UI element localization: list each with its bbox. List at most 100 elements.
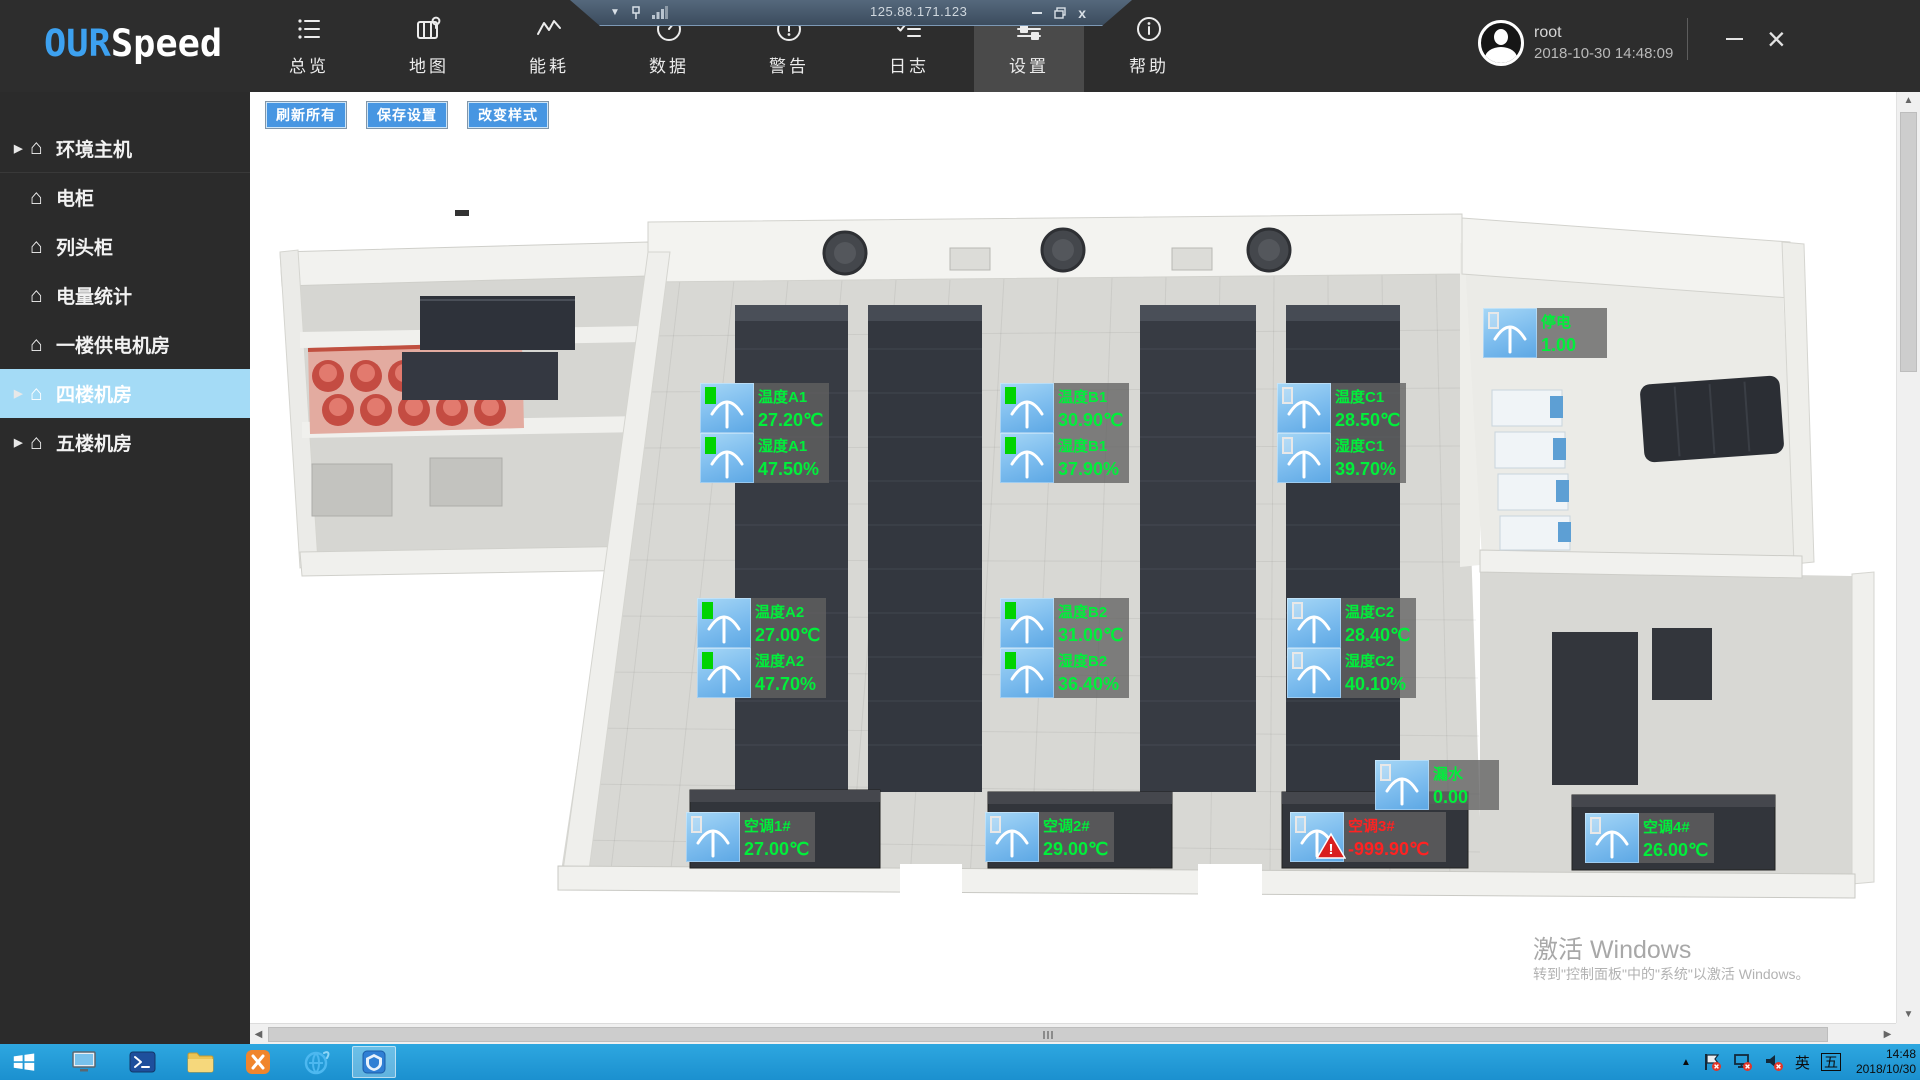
user-name: root bbox=[1534, 24, 1673, 42]
ac-gauge-icon bbox=[985, 812, 1039, 862]
transformer-room bbox=[280, 242, 648, 576]
tab-map[interactable]: 地图 bbox=[374, 0, 484, 92]
home-icon: ⌂ bbox=[30, 431, 56, 455]
logo-part-white: Speed bbox=[111, 22, 222, 65]
sensor-widget-b2[interactable]: 温度B2 31.00℃ 湿度B2 36.40% bbox=[1000, 598, 1129, 698]
system-tray: ▲ 英 五 14:48 2018/10/30 bbox=[1681, 1044, 1916, 1080]
tray-expand-icon[interactable]: ▲ bbox=[1681, 1057, 1691, 1068]
start-button[interactable] bbox=[0, 1044, 48, 1080]
clock-time: 14:48 bbox=[1856, 1047, 1916, 1062]
sidebar-item-floor4-server-room[interactable]: ▶ ⌂ 四楼机房 bbox=[0, 369, 250, 418]
horizontal-scroll-thumb[interactable] bbox=[268, 1027, 1828, 1042]
temperature-gauge-icon bbox=[1000, 598, 1054, 648]
scroll-right-arrow[interactable]: ▶ bbox=[1879, 1024, 1896, 1044]
sensor-widget-a1[interactable]: 温度A1 27.20℃ 湿度A1 47.50% bbox=[700, 383, 829, 483]
floor-plan-3d bbox=[250, 92, 1896, 1023]
sensor-widget-ac2[interactable]: 空调2# 29.00℃ bbox=[985, 812, 1114, 862]
expand-arrow-icon: ▶ bbox=[14, 436, 30, 449]
humidity-gauge-icon bbox=[697, 648, 751, 698]
rdp-close-icon[interactable]: x bbox=[1078, 5, 1086, 21]
rdp-connection-bar: ▼ 125.88.171.123 x bbox=[570, 0, 1132, 26]
ime-indicator[interactable]: 五 bbox=[1821, 1053, 1841, 1071]
sensor-widget-c1[interactable]: 温度C1 28.50℃ 湿度C1 39.70% bbox=[1277, 383, 1406, 483]
sensor-widget-b1[interactable]: 温度B1 30.90℃ 湿度B1 37.90% bbox=[1000, 383, 1129, 483]
volume-muted-icon[interactable] bbox=[1764, 1052, 1784, 1072]
storage-cabinet bbox=[1552, 632, 1638, 785]
vertical-scroll-thumb[interactable] bbox=[1900, 112, 1917, 372]
sidebar-item-floor5-server-room[interactable]: ▶ ⌂ 五楼机房 bbox=[0, 418, 250, 467]
office-room bbox=[1462, 218, 1814, 578]
sensor-widget-power-outage[interactable]: 停电 1.00 bbox=[1483, 308, 1607, 358]
taskbar-clock[interactable]: 14:48 2018/10/30 bbox=[1856, 1047, 1916, 1077]
sensor-widget-water-leak[interactable]: 漏水 0.00 bbox=[1375, 760, 1499, 810]
sensor-widget-a2[interactable]: 温度A2 27.00℃ 湿度A2 47.70% bbox=[697, 598, 826, 698]
chevron-down-icon[interactable]: ▼ bbox=[610, 7, 620, 18]
warning-triangle-icon: ! bbox=[1316, 832, 1346, 860]
humidity-gauge-icon bbox=[1000, 433, 1054, 483]
action-center-flag-icon[interactable] bbox=[1702, 1052, 1722, 1072]
sidebar-item-power-cabinet[interactable]: ⌂ 电柜 bbox=[0, 173, 250, 222]
temperature-gauge-icon bbox=[1287, 598, 1341, 648]
home-icon: ⌂ bbox=[30, 382, 56, 406]
vertical-scrollbar[interactable]: ▲ ▼ bbox=[1896, 92, 1920, 1023]
language-indicator[interactable]: 英 bbox=[1795, 1052, 1810, 1073]
clock-date: 2018/10/30 bbox=[1856, 1062, 1916, 1077]
windows-activation-subtitle: 转到"控制面板"中的"系统"以激活 Windows。 bbox=[1533, 964, 1810, 984]
sidebar-item-row-head-cabinet[interactable]: ⌂ 列头柜 bbox=[0, 222, 250, 271]
powershell-icon bbox=[129, 1050, 156, 1074]
sidebar-item-energy-stats[interactable]: ⌂ 电量统计 bbox=[0, 271, 250, 320]
temperature-gauge-icon bbox=[1277, 383, 1331, 433]
windows-logo-icon bbox=[11, 1049, 37, 1075]
temperature-gauge-icon bbox=[1000, 383, 1054, 433]
home-icon: ⌂ bbox=[30, 235, 56, 259]
humidity-gauge-icon bbox=[1277, 433, 1331, 483]
scroll-down-arrow[interactable]: ▼ bbox=[1897, 1006, 1920, 1023]
horizontal-scrollbar[interactable]: ◀ ▶ bbox=[250, 1023, 1896, 1044]
rdp-minimize-icon[interactable] bbox=[1032, 12, 1042, 14]
app-logo: OURSpeed bbox=[44, 22, 222, 65]
map-icon bbox=[415, 15, 443, 43]
sensor-widget-ac1[interactable]: 空调1# 27.00℃ bbox=[686, 812, 815, 862]
expand-arrow-icon: ▶ bbox=[14, 387, 30, 400]
minimize-button[interactable] bbox=[1726, 38, 1743, 40]
close-button[interactable]: × bbox=[1767, 24, 1786, 54]
file-explorer-button[interactable] bbox=[62, 1046, 106, 1078]
tab-overview[interactable]: 总览 bbox=[254, 0, 364, 92]
windows-activation-title: 激活 Windows bbox=[1533, 930, 1691, 966]
home-icon: ⌂ bbox=[30, 136, 56, 160]
sidebar-item-env-host[interactable]: ▶ ⌂ 环境主机 bbox=[0, 124, 250, 173]
folder-button[interactable] bbox=[178, 1046, 222, 1078]
divider bbox=[1687, 18, 1688, 60]
network-status-icon[interactable] bbox=[1733, 1052, 1753, 1072]
home-icon: ⌂ bbox=[30, 284, 56, 308]
overview-list-icon bbox=[295, 15, 323, 43]
expand-arrow-icon: ▶ bbox=[14, 142, 30, 155]
xampp-button[interactable] bbox=[236, 1046, 280, 1078]
logo-part-blue: OUR bbox=[44, 22, 111, 65]
scrollbar-corner bbox=[1896, 1023, 1920, 1044]
sidebar-nav: ▶ ⌂ 环境主机 ⌂ 电柜 ⌂ 列头柜 ⌂ 电量统计 ⌂ 一楼供电机房 ▶ ⌂ … bbox=[0, 92, 250, 1044]
temperature-gauge-icon bbox=[700, 383, 754, 433]
svg-text:!: ! bbox=[1329, 841, 1334, 858]
ac-gauge-icon bbox=[1585, 813, 1639, 863]
pin-icon[interactable] bbox=[630, 6, 642, 20]
sensor-widget-c2[interactable]: 温度C2 28.40℃ 湿度C2 40.10% bbox=[1287, 598, 1416, 698]
humidity-gauge-icon bbox=[1287, 648, 1341, 698]
windows-taskbar: ▲ 英 五 14:48 2018/10/30 bbox=[0, 1044, 1920, 1080]
internet-explorer-button[interactable] bbox=[294, 1046, 338, 1078]
window-controls: × bbox=[1687, 18, 1786, 60]
file-explorer-icon bbox=[71, 1050, 97, 1074]
sidebar-item-floor1-power-room[interactable]: ⌂ 一楼供电机房 bbox=[0, 320, 250, 369]
scroll-up-arrow[interactable]: ▲ bbox=[1897, 92, 1920, 109]
folder-icon bbox=[187, 1051, 214, 1073]
powershell-button[interactable] bbox=[120, 1046, 164, 1078]
ups-cabinet bbox=[420, 296, 575, 350]
sensor-widget-ac4[interactable]: 空调4# 26.00℃ bbox=[1585, 813, 1714, 863]
sensor-widget-ac3-alarm[interactable]: ! 空调3# -999.90℃ bbox=[1290, 812, 1446, 862]
main-content: 刷新所有 保存设置 改变样式 bbox=[250, 92, 1896, 1023]
ourspeed-app-button[interactable] bbox=[352, 1046, 396, 1078]
scroll-left-arrow[interactable]: ◀ bbox=[250, 1024, 267, 1044]
ourspeed-app-icon bbox=[361, 1049, 387, 1075]
rdp-restore-icon[interactable] bbox=[1054, 7, 1066, 19]
user-info[interactable]: root 2018-10-30 14:48:09 bbox=[1478, 20, 1673, 66]
